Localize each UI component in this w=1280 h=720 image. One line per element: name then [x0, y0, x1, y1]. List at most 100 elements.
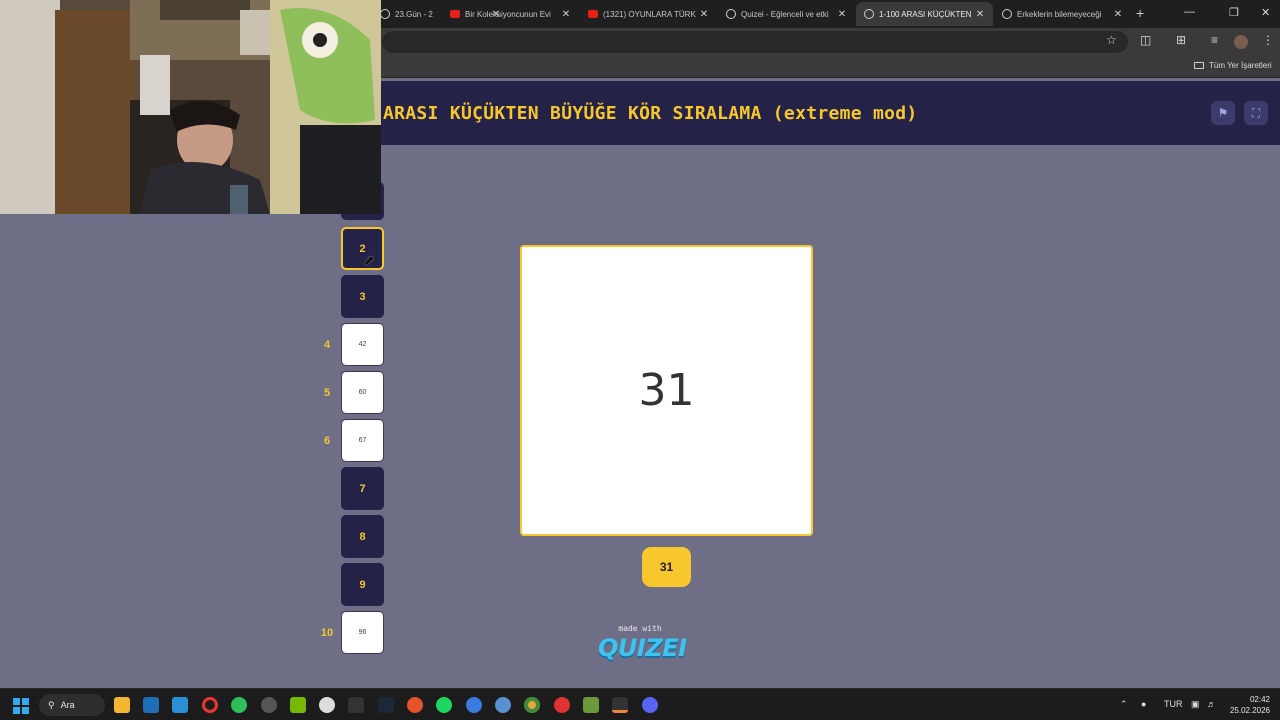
slot-value: 67: [358, 437, 367, 444]
star-icon[interactable]: ☆: [1106, 33, 1117, 47]
quizei-logo[interactable]: QUIZEI: [598, 634, 687, 662]
slot-value: 42: [358, 341, 367, 348]
mail-icon[interactable]: [143, 697, 159, 713]
page-title: ARASI KÜÇÜKTEN BÜYÜĞE KÖR SIRALAMA (extr…: [383, 103, 918, 124]
current-number: 31: [638, 365, 695, 416]
app-icon[interactable]: [554, 697, 570, 713]
close-icon[interactable]: ✕: [559, 9, 573, 20]
rank-slot-5[interactable]: 60: [341, 371, 384, 414]
slot-rank-label: 5: [323, 387, 331, 399]
folder-icon: [1194, 62, 1204, 69]
taskbar-search[interactable]: ⚲ Ara: [39, 694, 105, 716]
slot-rank-label: 4: [323, 339, 331, 351]
tab-search-icon[interactable]: ≡: [1211, 33, 1218, 47]
microphone-icon[interactable]: ●: [1141, 699, 1146, 709]
tab-title: Bir Koleksiyoncunun Evi: [465, 9, 551, 19]
close-icon[interactable]: ✕: [835, 9, 849, 20]
globe-icon: [380, 9, 390, 19]
tab-2[interactable]: Bir Koleksiyoncunun Evi ✕: [442, 2, 579, 26]
current-number-card: 31: [520, 245, 813, 536]
chrome-icon[interactable]: [524, 697, 540, 713]
steam-icon[interactable]: [378, 697, 394, 713]
tab-5-active[interactable]: 1-100 ARASI KÜÇÜKTEN ✕: [856, 2, 993, 26]
menu-icon[interactable]: ⋮: [1262, 33, 1274, 47]
photos-icon[interactable]: [172, 697, 188, 713]
slot-value: 60: [358, 389, 367, 396]
app-icon[interactable]: [261, 697, 277, 713]
flag-icon: ⚑: [1217, 106, 1229, 120]
profile-avatar[interactable]: [1234, 35, 1248, 49]
tab-title: Erkeklerin bilemeyeceği: [1017, 9, 1102, 19]
globe-icon: [1002, 9, 1012, 19]
minecraft-icon[interactable]: [583, 697, 599, 713]
downloads-icon[interactable]: ⊞: [1176, 33, 1186, 47]
close-icon[interactable]: ✕: [973, 9, 987, 20]
windows-taskbar: ⚲ Ara ⌃ ● TUR ▣ ♬ 02:42 25.02.2026: [0, 688, 1280, 720]
clock-time: 02:42: [1249, 695, 1270, 704]
close-icon[interactable]: ✕: [697, 9, 711, 20]
app-icon[interactable]: [231, 697, 247, 713]
volume-icon[interactable]: ♬: [1207, 699, 1216, 709]
tab-6[interactable]: Erkeklerin bilemeyeceği ✕: [994, 2, 1131, 26]
extensions-icon[interactable]: ◫: [1140, 33, 1151, 47]
slot-rank-label: 9: [359, 578, 366, 591]
spotify-icon[interactable]: [436, 697, 452, 713]
globe-icon: [864, 9, 874, 19]
opera-icon[interactable]: [202, 697, 218, 713]
rank-slot-6[interactable]: 67: [341, 419, 384, 462]
rank-slot-3[interactable]: 3: [341, 275, 384, 318]
rank-slot-9[interactable]: 9: [341, 563, 384, 606]
restore-icon[interactable]: ❐: [1229, 6, 1239, 19]
tab-title: (1321) OYUNLARA TÜRK: [603, 9, 696, 19]
app-icon[interactable]: [495, 697, 511, 713]
file-explorer-icon[interactable]: [114, 697, 130, 713]
discord-icon[interactable]: [642, 697, 658, 713]
close-window-icon[interactable]: ✕: [1261, 6, 1270, 19]
current-number-badge-label: 31: [659, 560, 674, 574]
rank-slot-4[interactable]: 42: [341, 323, 384, 366]
settings-icon[interactable]: [319, 697, 335, 713]
fullscreen-button[interactable]: ⛶: [1244, 101, 1268, 125]
clock-date: 25.02.2026: [1229, 706, 1270, 715]
epic-games-icon[interactable]: [348, 697, 364, 713]
windows-start-button[interactable]: [13, 698, 29, 714]
fullscreen-icon: ⛶: [1251, 105, 1261, 120]
webcam-feed-image: [0, 0, 381, 214]
close-icon[interactable]: ✕: [1111, 9, 1125, 20]
mouse-cursor-icon: ⬈: [363, 252, 375, 268]
bookmarks-folder-label: Tüm Yer İşaretleri: [1209, 61, 1272, 70]
new-tab-button[interactable]: +: [1136, 5, 1144, 21]
tab-3[interactable]: (1321) OYUNLARA TÜRK ✕: [580, 2, 717, 26]
current-number-badge[interactable]: 31: [642, 547, 691, 587]
webcam-overlay: [0, 0, 381, 214]
language-indicator[interactable]: TUR: [1164, 699, 1183, 709]
app-icon[interactable]: [612, 697, 628, 713]
minimize-icon[interactable]: —: [1184, 6, 1195, 18]
nvidia-icon[interactable]: [290, 697, 306, 713]
all-bookmarks-folder[interactable]: Tüm Yer İşaretleri: [1194, 61, 1272, 70]
app-icon[interactable]: [466, 697, 482, 713]
tab-title: Quizei - Eğlenceli ve etki: [741, 9, 829, 19]
globe-icon: [726, 9, 736, 19]
rank-slot-7[interactable]: 7: [341, 467, 384, 510]
slot-value: 96: [358, 629, 367, 636]
slot-rank-label: 10: [320, 627, 334, 639]
slot-rank-label: 3: [359, 290, 366, 303]
rank-slot-8[interactable]: 8: [341, 515, 384, 558]
youtube-icon: [450, 10, 460, 18]
slot-rank-label: 7: [359, 482, 366, 495]
made-with-label: made with: [618, 624, 662, 633]
report-flag-button[interactable]: ⚑: [1211, 101, 1235, 125]
network-icon[interactable]: ▣: [1191, 699, 1200, 710]
tab-4[interactable]: Quizei - Eğlenceli ve etki ✕: [718, 2, 855, 26]
taskbar-search-label: Ara: [60, 700, 75, 710]
tray-overflow-icon[interactable]: ⌃: [1120, 699, 1128, 710]
search-icon: ⚲: [48, 699, 55, 710]
slot-rank-label: 6: [323, 435, 331, 447]
address-bar[interactable]: [382, 31, 1128, 53]
youtube-icon: [588, 10, 598, 18]
taskbar-clock[interactable]: 02:42 25.02.2026: [1222, 694, 1270, 716]
slot-rank-label: 8: [359, 530, 366, 543]
rank-slot-10[interactable]: 96: [341, 611, 384, 654]
app-icon[interactable]: [407, 697, 423, 713]
